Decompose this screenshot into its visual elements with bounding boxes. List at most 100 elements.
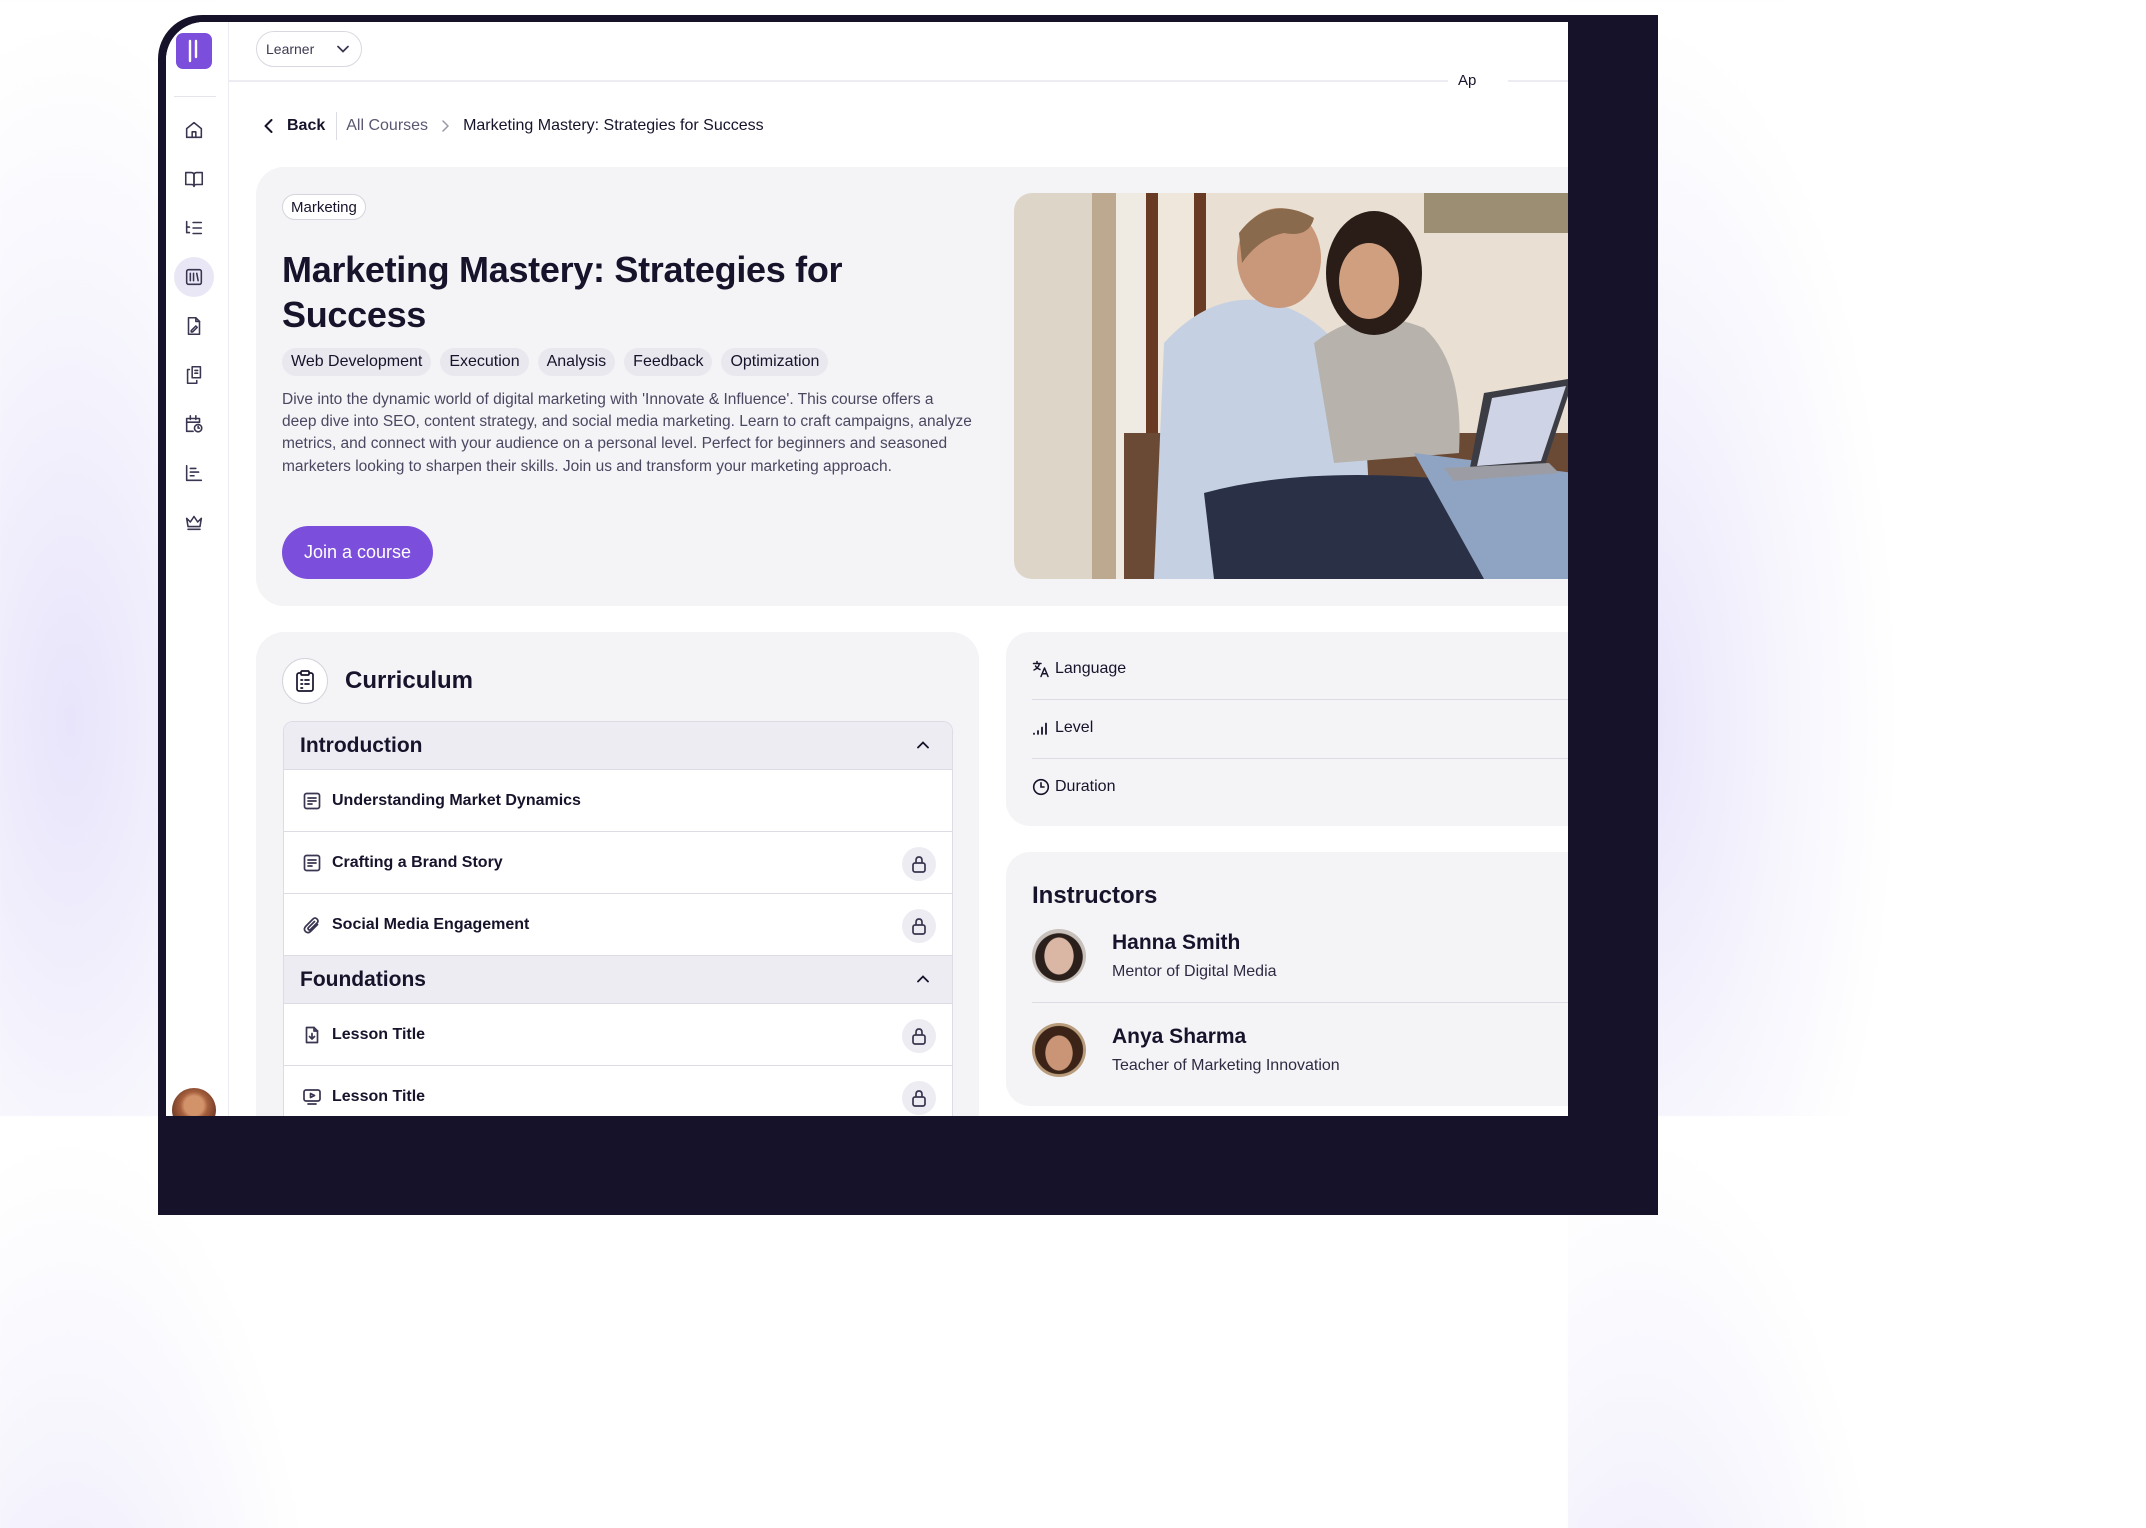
back-label: Back [287, 117, 326, 134]
role-select[interactable]: Learner [256, 31, 362, 67]
documents-icon [186, 365, 202, 385]
course-cover-photo [1014, 193, 1568, 579]
module-header-foundations[interactable]: Foundations [284, 956, 952, 1004]
curriculum-panel: Curriculum Introduction Understanding Ma… [256, 632, 979, 1116]
course-tag: Execution [440, 348, 529, 376]
lesson-item[interactable]: Lesson Title [284, 1004, 952, 1066]
meta-duration-label: Duration [1055, 778, 1116, 795]
meta-duration: Duration [1032, 758, 1568, 816]
chevron-right-icon [442, 120, 450, 132]
course-tag: Web Development [282, 348, 432, 376]
file-edit-icon [187, 316, 201, 336]
calendar-clock-icon [185, 414, 203, 433]
file-download-icon [301, 1024, 323, 1046]
signal-bars-icon [1032, 719, 1050, 737]
library-icon [185, 268, 203, 286]
lesson-item[interactable]: Understanding Market Dynamics [284, 770, 952, 832]
instructor-role: Mentor of Digital Media [1112, 963, 1277, 980]
instructors-title: Instructors [1032, 882, 1158, 909]
translate-icon [1032, 660, 1050, 678]
join-course-button[interactable]: Join a course [282, 526, 433, 579]
lesson-title: Lesson Title [332, 1087, 426, 1105]
sidebar-item-schedule[interactable] [174, 404, 214, 444]
lock-icon [902, 1019, 936, 1053]
course-tag: Analysis [537, 348, 616, 376]
module-list: Introduction Understanding Market Dynami… [283, 721, 953, 1116]
instructors-panel: Instructors Hanna Smith Mentor of Digita… [1006, 852, 1568, 1106]
lesson-item[interactable]: Crafting a Brand Story [284, 832, 952, 894]
video-icon [301, 1086, 323, 1108]
photo-overlay-badge: Ap [1448, 65, 1508, 95]
lesson-title: Lesson Title [332, 1025, 426, 1043]
course-tag: Optimization [721, 348, 829, 376]
home-icon [185, 121, 203, 139]
sidebar-item-leaderboard[interactable] [174, 502, 214, 542]
sidebar-item-curriculum[interactable] [174, 208, 214, 248]
module-header-introduction[interactable]: Introduction [284, 722, 952, 770]
bar-chart-icon [185, 464, 203, 482]
course-meta-panel: Language Level Duration [1006, 632, 1568, 826]
meta-level: Level [1032, 699, 1568, 757]
course-description: Dive into the dynamic world of digital m… [282, 391, 972, 475]
instructor-avatar [1032, 929, 1086, 983]
lock-icon [902, 1081, 936, 1115]
instructor-divider [1032, 1002, 1568, 1003]
category-badge: Marketing [282, 194, 366, 220]
chevron-up-icon [917, 741, 929, 749]
chevron-left-icon [264, 119, 273, 133]
lesson-title: Crafting a Brand Story [332, 853, 503, 871]
lesson-item[interactable]: Social Media Engagement [284, 894, 952, 956]
sidebar-item-assignments[interactable] [174, 306, 214, 346]
lock-icon [902, 909, 936, 943]
curriculum-title: Curriculum [345, 667, 474, 694]
sidebar-item-documents[interactable] [174, 355, 214, 395]
curriculum-icon-wrap [282, 658, 328, 704]
user-avatar[interactable] [172, 1088, 216, 1116]
sidebar-item-home[interactable] [174, 110, 214, 150]
back-button[interactable]: Back [264, 117, 325, 135]
book-icon [184, 171, 204, 188]
sidebar-item-library[interactable] [174, 257, 214, 297]
module-title: Foundations [300, 967, 426, 991]
instructor-item[interactable]: Anya Sharma Teacher of Marketing Innovat… [1032, 1023, 1568, 1083]
document-icon [301, 790, 323, 812]
instructor-name: Hanna Smith [1112, 931, 1241, 954]
clipboard-icon [296, 670, 314, 692]
breadcrumb-divider [336, 112, 338, 140]
chevron-down-icon [337, 45, 349, 53]
module-title: Introduction [300, 733, 423, 757]
sidebar-divider [174, 96, 216, 97]
course-tags: Web Development Execution Analysis Feedb… [282, 348, 829, 376]
crown-icon [185, 515, 203, 531]
course-hero: Marketing Marketing Mastery: Strategies … [256, 167, 1568, 606]
meta-language-label: Language [1055, 660, 1127, 677]
course-title: Marketing Mastery: Strategies for Succes… [282, 249, 843, 335]
people-with-laptop-illustration [1124, 193, 1568, 579]
lesson-item[interactable]: Lesson Title [284, 1066, 952, 1116]
sidebar [166, 22, 229, 1116]
instructor-role: Teacher of Marketing Innovation [1112, 1057, 1340, 1074]
top-bar: Learner [229, 22, 1568, 82]
lesson-title: Social Media Engagement [332, 915, 530, 933]
breadcrumb: Back All Courses Marketing Mastery: Stra… [264, 112, 764, 140]
role-select-value: Learner [266, 41, 315, 57]
logo-mark-icon [188, 39, 198, 63]
instructor-avatar [1032, 1023, 1086, 1077]
instructor-item[interactable]: Hanna Smith Mentor of Digital Media [1032, 929, 1568, 989]
app-logo[interactable] [176, 33, 212, 69]
sidebar-item-reports[interactable] [174, 453, 214, 493]
lock-icon [902, 847, 936, 881]
breadcrumb-all-courses[interactable]: All Courses [346, 117, 428, 135]
document-icon [301, 852, 323, 874]
paperclip-icon [301, 914, 323, 936]
course-tag: Feedback [624, 348, 713, 376]
app-window: Learner Back All Courses Marketing Maste… [166, 22, 1568, 1116]
lesson-title: Understanding Market Dynamics [332, 791, 581, 809]
chevron-up-icon [917, 975, 929, 983]
meta-language: Language [1032, 640, 1568, 698]
meta-level-label: Level [1055, 719, 1094, 736]
instructor-name: Anya Sharma [1112, 1025, 1247, 1048]
clock-icon [1032, 778, 1050, 796]
breadcrumb-current: Marketing Mastery: Strategies for Succes… [463, 117, 764, 134]
sidebar-item-courses[interactable] [174, 159, 214, 199]
